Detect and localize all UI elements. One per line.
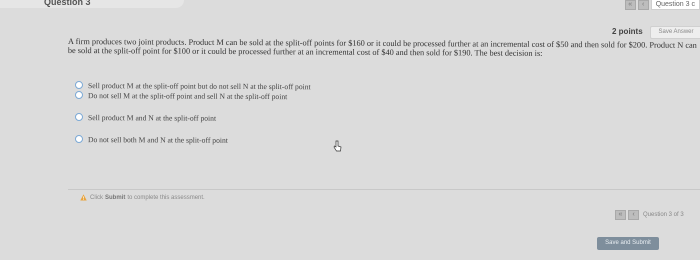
double-left-arrow-icon[interactable]: « xyxy=(615,210,626,220)
left-arrow-icon[interactable]: ‹ xyxy=(637,0,649,10)
hint-prefix: Click xyxy=(90,194,103,201)
save-answer-button[interactable]: Save Answer xyxy=(650,26,700,39)
question-text: A firm produces two joint products. Prod… xyxy=(67,37,697,59)
option-label: Sell product M at the split-off point bu… xyxy=(87,80,311,91)
option-label: Do not sell both M and N at the split-of… xyxy=(87,134,228,145)
answer-option[interactable]: Do not sell M at the split-off point and… xyxy=(74,90,475,102)
radio-button[interactable] xyxy=(74,91,84,100)
answer-option[interactable]: Sell product M and N at the split-off po… xyxy=(74,112,475,124)
submit-hint: Click Submit to complete this assessment… xyxy=(80,194,205,201)
left-arrow-icon[interactable]: ‹ xyxy=(628,210,639,220)
question-progress-label: Question 3 of 3 xyxy=(643,212,684,218)
save-and-submit-button[interactable]: Save and Submit xyxy=(597,237,659,250)
hint-action: Submit xyxy=(105,194,126,201)
question-nav-label[interactable]: Question 3 c xyxy=(650,0,700,10)
answer-option[interactable]: Do not sell both M and N at the split-of… xyxy=(74,134,475,146)
question-navigation: « ‹ Question 3 c xyxy=(624,0,700,10)
option-label: Do not sell M at the split-off point and… xyxy=(87,90,288,101)
radio-button[interactable] xyxy=(74,113,84,122)
hand-cursor-icon xyxy=(333,140,342,152)
divider xyxy=(68,189,700,190)
option-label: Sell product M and N at the split-off po… xyxy=(87,112,217,123)
radio-button[interactable] xyxy=(74,135,84,144)
double-left-arrow-icon[interactable]: « xyxy=(624,0,636,10)
points-badge: 2 points xyxy=(612,27,643,36)
radio-button[interactable] xyxy=(74,81,84,90)
hint-suffix: to complete this assessment. xyxy=(127,194,205,201)
bottom-question-navigation: « ‹ Question 3 of 3 xyxy=(615,210,684,220)
answer-options: Sell product M at the split-off point bu… xyxy=(74,80,475,146)
warning-icon xyxy=(80,194,87,201)
question-tab: Question 3 xyxy=(0,0,184,8)
